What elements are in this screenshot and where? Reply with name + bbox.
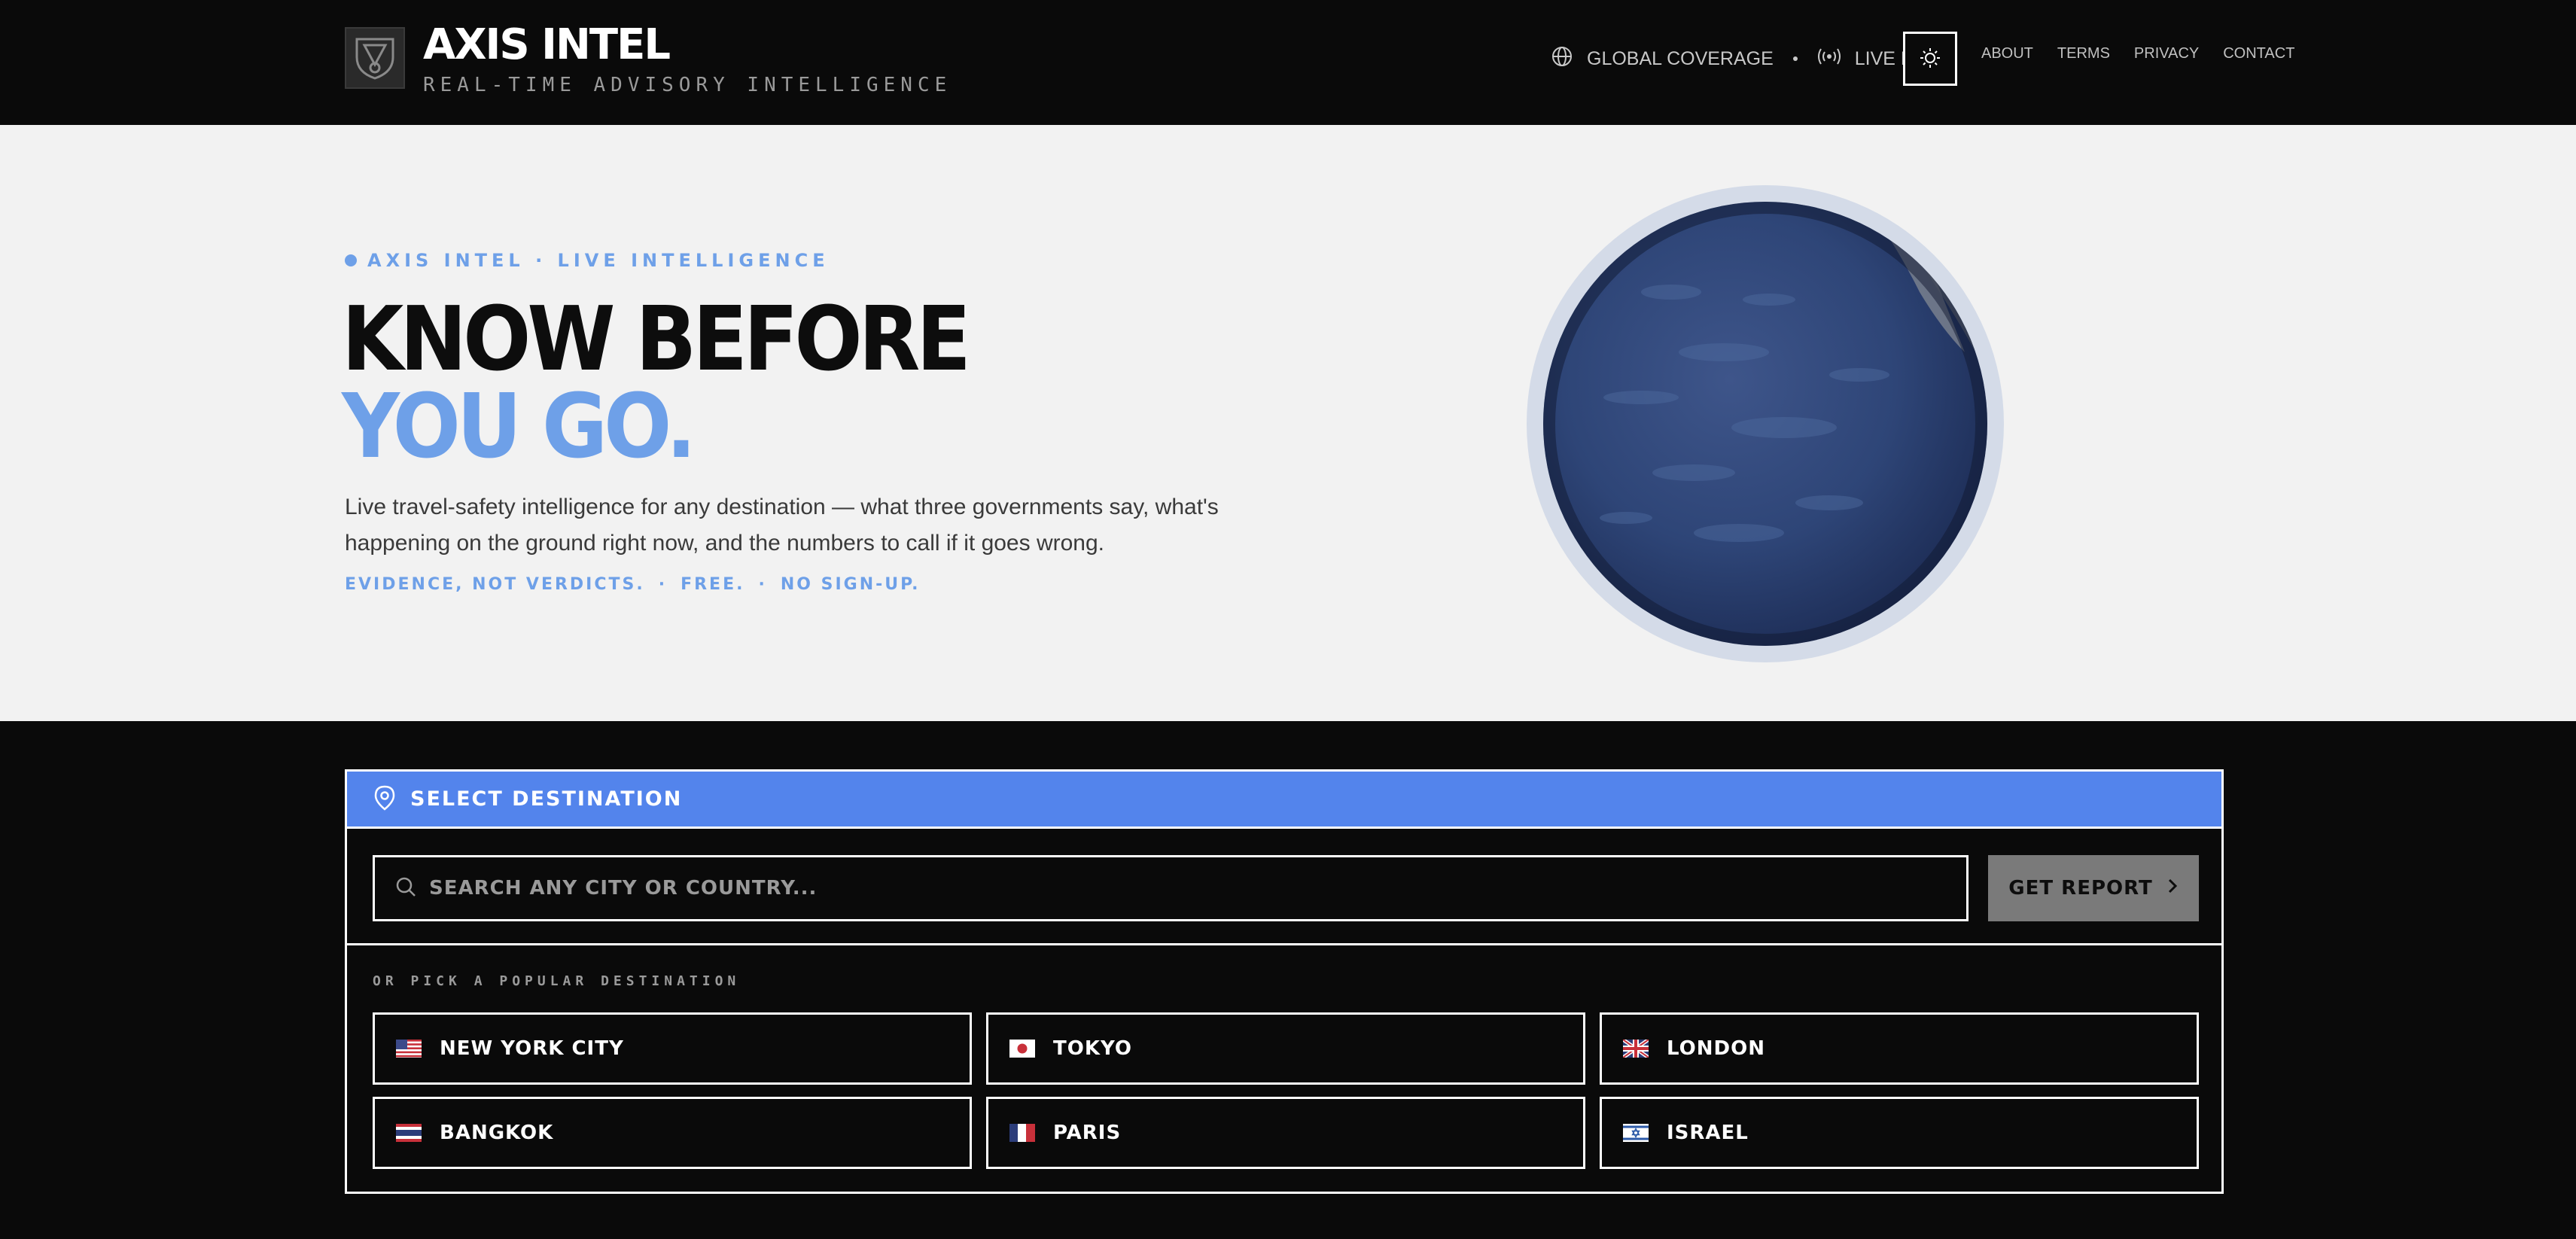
destination-paris[interactable]: PARIS [986,1097,1585,1169]
get-report-button[interactable]: GET REPORT [1988,855,2199,921]
shield-badge-icon[interactable] [345,27,405,89]
tagline-separator: · [758,575,767,594]
global-coverage: GLOBAL COVERAGE [1551,45,1774,73]
global-coverage-label: GLOBAL COVERAGE [1587,47,1774,69]
brand-title[interactable]: AXIS INTEL [423,21,671,69]
broadcast-icon [1817,47,1841,72]
search-icon [394,875,417,901]
hero-headline-line2: YOU GO. [342,374,696,478]
tagline-item: NO SIGN-UP. [780,575,921,594]
th-flag-icon [396,1124,422,1142]
nav-privacy[interactable]: PRIVACY [2134,45,2199,62]
hero-eyebrow-text: AXIS INTEL · LIVE INTELLIGENCE [367,250,830,271]
theme-toggle-button[interactable] [1903,32,1957,86]
destination-bangkok[interactable]: BANGKOK [373,1097,972,1169]
hero-headline-line1: KNOW BEFORE [342,287,971,391]
globe-visual[interactable] [1527,185,2004,662]
search-box[interactable] [373,855,1969,921]
us-flag-icon [396,1040,422,1058]
search-row: GET REPORT [347,831,2221,945]
destination-israel[interactable]: ISRAEL [1600,1097,2199,1169]
status-separator [1792,56,1798,61]
il-flag-icon [1623,1124,1649,1142]
destination-new-york-city[interactable]: NEW YORK CITY [373,1012,972,1085]
destination-label: BANGKOK [440,1122,554,1144]
hero-eyebrow: AXIS INTEL · LIVE INTELLIGENCE [345,250,830,271]
chevron-right-icon [2166,877,2179,900]
site-header: AXIS INTEL REAL-TIME ADVISORY INTELLIGEN… [0,0,2576,125]
nav-terms[interactable]: TERMS [2057,45,2110,62]
destination-tokyo[interactable]: TOKYO [986,1012,1585,1085]
nav-about[interactable]: ABOUT [1981,45,2033,62]
tagline-item: FREE. [681,575,745,594]
destination-label: NEW YORK CITY [440,1037,624,1060]
destination-panel: SELECT DESTINATION GET REPORT OR PICK A … [345,769,2224,1194]
live-dot-icon [345,254,357,266]
search-input[interactable] [429,858,1966,918]
popular-destinations-grid: NEW YORK CITY TOKYO LONDON BANGKOK PARIS [373,1012,2199,1169]
gb-flag-icon [1623,1040,1649,1058]
popular-destinations-label: OR PICK A POPULAR DESTINATION [373,973,741,989]
brand-subtitle: REAL-TIME ADVISORY INTELLIGENCE [423,74,952,96]
hero-section: AXIS INTEL · LIVE INTELLIGENCE KNOW BEFO… [0,125,2576,721]
fr-flag-icon [1009,1124,1035,1142]
destination-london[interactable]: LONDON [1600,1012,2199,1085]
destination-label: PARIS [1053,1122,1122,1144]
hero-tagline: EVIDENCE, NOT VERDICTS. · FREE. · NO SIG… [345,575,921,594]
top-nav: ABOUT TERMS PRIVACY CONTACT [1981,45,2294,62]
destination-label: ISRAEL [1667,1122,1749,1144]
destination-label: LONDON [1667,1037,1765,1060]
header-status: GLOBAL COVERAGE LIVE DATA [1551,29,1948,89]
tagline-item: EVIDENCE, NOT VERDICTS. [345,575,645,594]
hero-description: Live travel-safety intelligence for any … [345,495,1219,556]
globe-icon [1551,45,1573,73]
destination-panel-header: SELECT DESTINATION [347,772,2221,829]
get-report-label: GET REPORT [2008,877,2153,900]
destination-label: TOKYO [1053,1037,1132,1060]
earth-globe-image [1543,202,1987,646]
map-pin-icon [374,785,395,814]
sun-icon [1919,47,1941,72]
jp-flag-icon [1009,1040,1035,1058]
tagline-separator: · [658,575,668,594]
nav-contact[interactable]: CONTACT [2223,45,2294,62]
destination-panel-title: SELECT DESTINATION [410,787,683,811]
